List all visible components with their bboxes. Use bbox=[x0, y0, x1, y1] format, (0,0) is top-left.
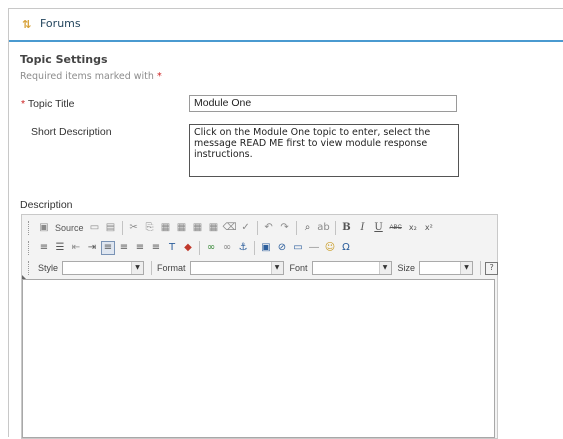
toolbar-grip bbox=[28, 221, 32, 235]
smiley-icon[interactable]: ☺ bbox=[323, 241, 337, 255]
image-icon[interactable]: ▣ bbox=[259, 241, 273, 255]
cut-icon[interactable]: ✂ bbox=[127, 221, 141, 235]
numbered-list-icon[interactable]: ≡ bbox=[37, 241, 51, 255]
short-description-textarea[interactable]: Click on the Module One topic to enter, … bbox=[189, 124, 459, 177]
toolbar-separator bbox=[256, 221, 258, 235]
chevron-down-icon: ▼ bbox=[378, 262, 391, 274]
unlink-icon[interactable]: ∞ bbox=[220, 241, 234, 255]
horizontal-rule-icon[interactable]: ― bbox=[307, 241, 321, 255]
align-right-icon[interactable]: ≡ bbox=[133, 241, 147, 255]
text-color-icon[interactable]: T bbox=[165, 241, 179, 255]
undo-icon[interactable]: ↶ bbox=[262, 221, 276, 235]
justify-icon[interactable]: ≡ bbox=[149, 241, 163, 255]
bulleted-list-icon[interactable]: ☰ bbox=[53, 241, 67, 255]
anchor-icon[interactable]: ⚓ bbox=[236, 241, 250, 255]
toolbar-grip bbox=[28, 261, 32, 275]
spellcheck-icon[interactable]: ✓ bbox=[239, 221, 253, 235]
find-icon[interactable]: ⌕ bbox=[301, 221, 315, 235]
description-edit-area[interactable] bbox=[22, 279, 495, 438]
toolbar-separator bbox=[334, 221, 336, 235]
toolbar-separator bbox=[199, 241, 200, 255]
required-note-text: Required items marked with bbox=[20, 71, 154, 82]
new-page-icon[interactable]: ▤ bbox=[104, 221, 118, 235]
insert-table-icon[interactable]: ▭ bbox=[291, 241, 305, 255]
editor-toolbar-row-3: Style ▼ Format ▼ Font ▼ Size ▼ ? bbox=[28, 259, 499, 277]
topic-title-label-text: Topic Title bbox=[27, 98, 75, 110]
format-select[interactable]: ▼ bbox=[189, 261, 284, 275]
underline-button[interactable]: U bbox=[372, 221, 386, 235]
help-button[interactable]: ? bbox=[485, 261, 499, 275]
copy-icon[interactable]: ⎘ bbox=[143, 221, 157, 235]
required-note: Required items marked with * bbox=[20, 71, 162, 82]
toolbar-separator bbox=[295, 221, 297, 235]
forums-header: ⇅ Forums bbox=[9, 9, 563, 42]
paste-text-icon[interactable]: ▦ bbox=[175, 221, 189, 235]
chevron-down-icon: ▼ bbox=[131, 262, 144, 274]
subscript-button[interactable]: x₂ bbox=[406, 221, 420, 235]
source-icon[interactable]: ▣ bbox=[37, 221, 51, 235]
toolbar-separator bbox=[254, 241, 255, 255]
topic-title-label: * Topic Title bbox=[21, 98, 75, 110]
size-select[interactable]: ▼ bbox=[419, 261, 474, 275]
topic-title-required-star: * bbox=[21, 98, 26, 110]
description-label: Description bbox=[20, 199, 73, 211]
chevron-down-icon: ▼ bbox=[460, 262, 473, 274]
editor-toolbar-row-1: ▣ Source ▭ ▤ ✂ ⎘ ▦ ▦ ▦ ▦ ⌫ ✓ ↶ ↷ ⌕ ab B … bbox=[28, 219, 437, 237]
toolbar-separator bbox=[151, 261, 153, 275]
toolbar-grip bbox=[28, 241, 32, 255]
italic-button[interactable]: I bbox=[356, 221, 370, 235]
paste-word-icon[interactable]: ▦ bbox=[191, 221, 205, 235]
size-label: Size bbox=[397, 263, 416, 273]
redo-icon[interactable]: ↷ bbox=[278, 221, 292, 235]
paste-icon[interactable]: ▦ bbox=[159, 221, 173, 235]
eraser-icon[interactable]: ⌫ bbox=[222, 221, 236, 235]
format-label: Format bbox=[157, 263, 186, 273]
flash-icon[interactable]: ⊘ bbox=[275, 241, 289, 255]
editor-toolbar-row-2: ≡ ☰ ⇤ ⇥ ≡ ≡ ≡ ≡ T ◆ ∞ ∞ ⚓ ▣ ⊘ ▭ ― ☺ Ω bbox=[28, 239, 354, 257]
link-icon[interactable]: ∞ bbox=[204, 241, 218, 255]
topic-title-input[interactable]: Module One bbox=[189, 95, 457, 112]
short-description-label: Short Description bbox=[31, 126, 112, 138]
required-star: * bbox=[156, 71, 162, 82]
font-label: Font bbox=[289, 263, 308, 273]
style-select[interactable]: ▼ bbox=[62, 261, 145, 275]
font-select[interactable]: ▼ bbox=[311, 261, 392, 275]
table-icon[interactable]: ▦ bbox=[207, 221, 221, 235]
forums-title: Forums bbox=[40, 17, 81, 30]
special-char-icon[interactable]: Ω bbox=[339, 241, 353, 255]
forums-arrows-icon: ⇅ bbox=[22, 18, 32, 31]
toolbar-separator bbox=[480, 261, 482, 275]
align-left-icon[interactable]: ≡ bbox=[101, 241, 115, 255]
style-label: Style bbox=[38, 263, 59, 273]
toolbar-separator bbox=[121, 221, 123, 235]
superscript-button[interactable]: x² bbox=[422, 221, 436, 235]
strikethrough-button[interactable]: ABC bbox=[388, 221, 404, 235]
forum-settings-panel: ⇅ Forums Topic Settings Required items m… bbox=[8, 8, 563, 439]
save-icon[interactable]: ▭ bbox=[88, 221, 102, 235]
align-center-icon[interactable]: ≡ bbox=[117, 241, 131, 255]
outdent-icon[interactable]: ⇤ bbox=[69, 241, 83, 255]
replace-icon[interactable]: ab bbox=[317, 221, 331, 235]
source-button[interactable]: Source bbox=[53, 221, 86, 235]
topic-settings-heading: Topic Settings bbox=[20, 53, 108, 66]
chevron-down-icon: ▼ bbox=[270, 262, 283, 274]
rich-text-editor: ▣ Source ▭ ▤ ✂ ⎘ ▦ ▦ ▦ ▦ ⌫ ✓ ↶ ↷ ⌕ ab B … bbox=[21, 214, 499, 439]
indent-icon[interactable]: ⇥ bbox=[85, 241, 99, 255]
bold-button[interactable]: B bbox=[340, 221, 354, 235]
background-color-icon[interactable]: ◆ bbox=[181, 241, 195, 255]
